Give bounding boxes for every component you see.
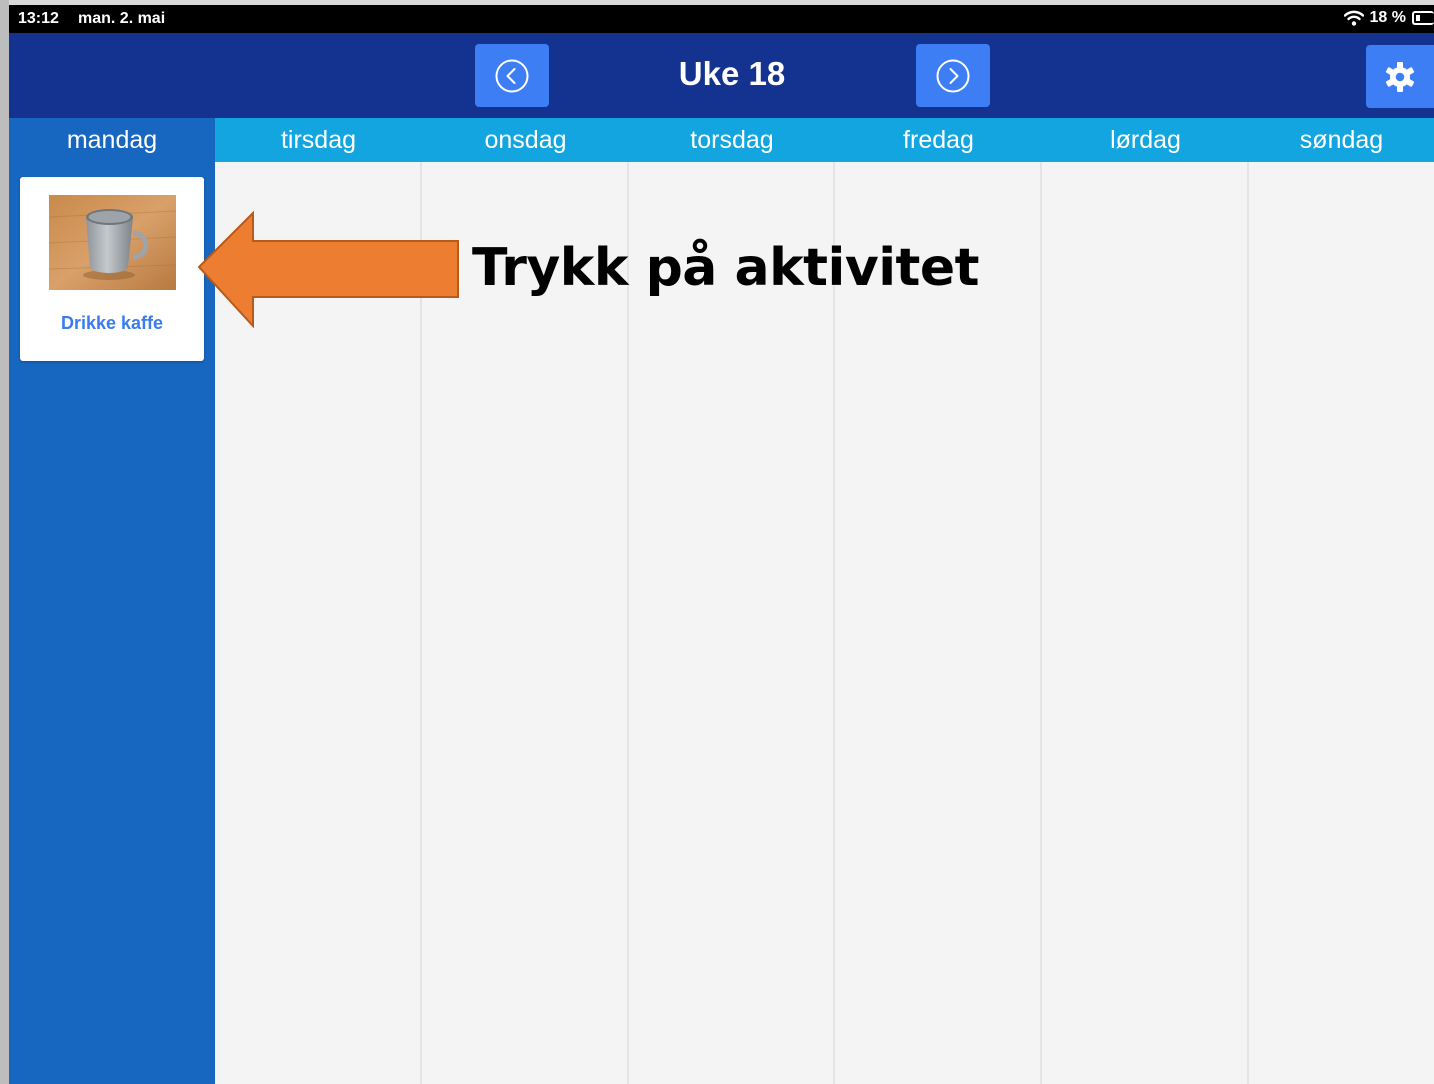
screen: 13:12 man. 2. mai 18 % Uke 18 mandag tir…: [9, 5, 1434, 1084]
status-indicators: 18 %: [1343, 9, 1434, 27]
battery-percentage: 18 %: [1369, 9, 1406, 26]
day-column-sondag[interactable]: [1249, 162, 1434, 1084]
battery-icon: [1412, 11, 1434, 25]
chevron-left-circle-icon: [495, 59, 529, 92]
week-title: Uke 18: [678, 55, 786, 92]
gear-icon: [1385, 61, 1415, 92]
day-column-fredag[interactable]: [835, 162, 1042, 1084]
device-frame-left: [0, 0, 9, 1084]
tab-mandag[interactable]: mandag: [9, 118, 215, 162]
day-column-lordag[interactable]: [1042, 162, 1249, 1084]
tab-fredag[interactable]: fredag: [835, 118, 1042, 162]
tab-sondag[interactable]: søndag: [1249, 118, 1434, 162]
week-header: Uke 18: [9, 33, 1434, 118]
status-date: man. 2. mai: [78, 10, 166, 27]
previous-week-button[interactable]: [475, 44, 549, 107]
weekday-tabs: mandag tirsdag onsdag torsdag fredag lør…: [9, 118, 1434, 162]
activity-card[interactable]: Drikke kaffe: [20, 177, 204, 361]
annotation-arrow-icon: [197, 211, 459, 328]
status-bar: 13:12 man. 2. mai 18 %: [9, 5, 1434, 33]
tab-tirsdag[interactable]: tirsdag: [215, 118, 422, 162]
next-week-button[interactable]: [916, 44, 990, 107]
status-time: 13:12: [18, 10, 59, 27]
activity-label: Drikke kaffe: [60, 313, 164, 333]
annotation-text: Trykk på aktivitet: [472, 238, 980, 298]
tab-lordag[interactable]: lørdag: [1042, 118, 1249, 162]
day-column-mandag[interactable]: Drikke kaffe: [9, 162, 215, 1084]
day-column-torsdag[interactable]: [629, 162, 835, 1084]
tab-torsdag[interactable]: torsdag: [629, 118, 835, 162]
wifi-icon: [1343, 10, 1364, 26]
settings-button[interactable]: [1366, 45, 1434, 108]
tab-onsdag[interactable]: onsdag: [422, 118, 629, 162]
coffee-cup-photo: [49, 195, 176, 290]
chevron-right-circle-icon: [936, 59, 970, 92]
